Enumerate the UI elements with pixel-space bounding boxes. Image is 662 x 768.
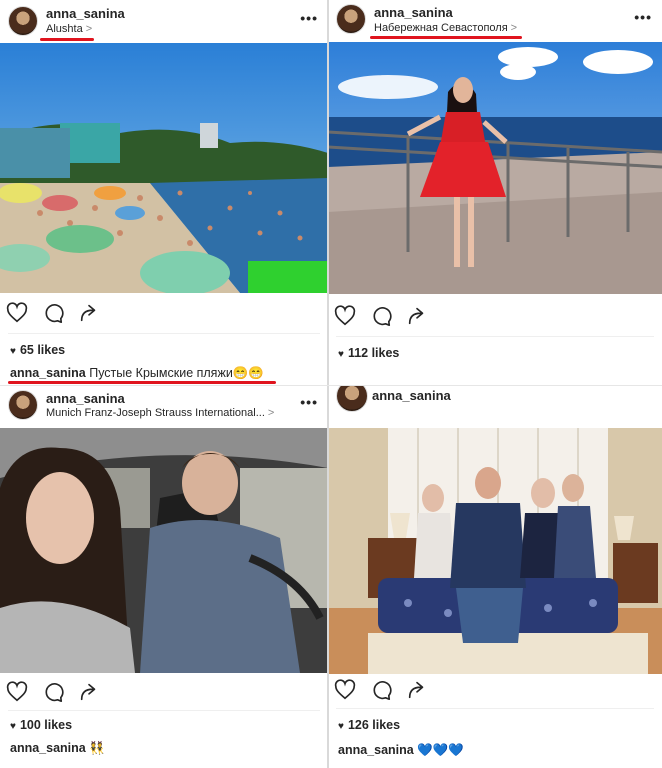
action-bar	[6, 678, 100, 706]
post-photo[interactable]	[0, 43, 328, 293]
caption: anna_sanina 👯	[10, 741, 105, 756]
heart-icon[interactable]	[6, 681, 28, 703]
more-options-button[interactable]: •••	[634, 9, 652, 25]
likes-text: 100 likes	[19, 718, 73, 732]
location-link[interactable]: Munich Franz-Joseph Strauss Internationa…	[46, 407, 274, 419]
avatar[interactable]	[8, 6, 38, 36]
share-icon[interactable]	[406, 305, 428, 327]
location-text: Alushta	[46, 23, 83, 35]
red-underline-annotation	[370, 36, 522, 39]
horizontal-divider	[0, 385, 662, 386]
heart-icon[interactable]	[6, 302, 28, 324]
caption-text: 👯	[85, 741, 105, 755]
likes-text: 112 likes	[347, 346, 400, 360]
small-heart-icon: ♥	[338, 721, 344, 732]
vertical-divider	[327, 0, 329, 768]
small-heart-icon: ♥	[10, 346, 16, 357]
location-link[interactable]: Alushta >	[46, 23, 92, 35]
post-munich: anna_sanina Munich Franz-Joseph Strauss …	[0, 386, 328, 768]
more-options-button[interactable]: •••	[300, 394, 318, 410]
likes-text: 126 likes	[347, 718, 401, 732]
post-photo[interactable]	[0, 428, 328, 673]
location-link[interactable]: Набережная Севастополя >	[374, 22, 517, 34]
location-text: Munich Franz-Joseph Strauss Internationa…	[46, 407, 265, 419]
caption-username[interactable]: anna_sanina	[10, 366, 86, 380]
caption-text: Пустые Крымские пляжи😁😁	[85, 366, 264, 380]
post-photo[interactable]	[328, 42, 662, 294]
comment-icon[interactable]	[42, 681, 64, 703]
likes-text: 65 likes	[19, 343, 66, 357]
divider	[336, 336, 654, 337]
caption-username[interactable]: anna_sanina	[10, 741, 86, 755]
beach-photo	[0, 43, 328, 293]
divider	[8, 333, 320, 334]
embankment-photo	[328, 42, 662, 294]
car-selfie-photo	[0, 428, 328, 673]
username[interactable]: anna_sanina	[46, 6, 125, 21]
red-underline-annotation	[40, 38, 94, 41]
caption: anna_sanina 💙💙💙	[338, 743, 464, 758]
heart-icon[interactable]	[334, 305, 356, 327]
avatar[interactable]	[8, 390, 38, 420]
more-options-button[interactable]: •••	[300, 10, 318, 26]
post-sevastopol: anna_sanina Набережная Севастополя> •••	[328, 0, 662, 386]
likes-count[interactable]: ♥ 126 likes	[338, 718, 400, 732]
post-family: anna_sanina ♥ 126 likes anna_sanina 💙💙💙	[328, 386, 662, 768]
share-icon[interactable]	[406, 679, 428, 701]
divider	[336, 708, 654, 709]
divider	[8, 710, 320, 711]
family-photo	[328, 428, 662, 674]
chevron-right-icon: >	[267, 407, 275, 419]
location-text: Набережная Севастополя	[374, 22, 508, 34]
chevron-right-icon: >	[85, 23, 93, 35]
caption: anna_sanina Пустые Крымские пляжи😁😁	[10, 366, 264, 381]
caption-username[interactable]: anna_sanina	[338, 743, 414, 757]
username[interactable]: anna_sanina	[374, 5, 453, 20]
avatar[interactable]	[336, 4, 366, 34]
username[interactable]: anna_sanina	[372, 388, 451, 403]
red-underline-annotation	[8, 381, 276, 384]
small-heart-icon: ♥	[338, 349, 344, 360]
post-header: anna_sanina	[328, 386, 662, 430]
action-bar	[334, 676, 428, 704]
username[interactable]: anna_sanina	[46, 391, 125, 406]
comment-icon[interactable]	[370, 305, 392, 327]
likes-count[interactable]: ♥ 65 likes	[10, 343, 65, 357]
heart-icon[interactable]	[334, 679, 356, 701]
likes-count[interactable]: ♥ 112 likes	[338, 346, 399, 360]
comment-icon[interactable]	[42, 302, 64, 324]
post-header: anna_sanina Набережная Севастополя > •••	[328, 0, 662, 44]
avatar[interactable]	[336, 386, 368, 412]
comment-icon[interactable]	[370, 679, 392, 701]
action-bar	[6, 299, 100, 327]
post-alushta: anna_sanina Alushta > ••• ♥ 65 likes ann…	[0, 0, 328, 386]
share-icon[interactable]	[78, 302, 100, 324]
small-heart-icon: ♥	[10, 721, 16, 732]
likes-count[interactable]: ♥ 100 likes	[10, 718, 72, 732]
action-bar	[334, 302, 428, 330]
share-icon[interactable]	[78, 681, 100, 703]
post-photo[interactable]	[328, 428, 662, 674]
post-header: anna_sanina Munich Franz-Joseph Strauss …	[0, 386, 328, 430]
caption-text: 💙💙💙	[413, 743, 464, 757]
chevron-right-icon: >	[510, 22, 518, 34]
post-header: anna_sanina Alushta > •••	[0, 0, 328, 44]
